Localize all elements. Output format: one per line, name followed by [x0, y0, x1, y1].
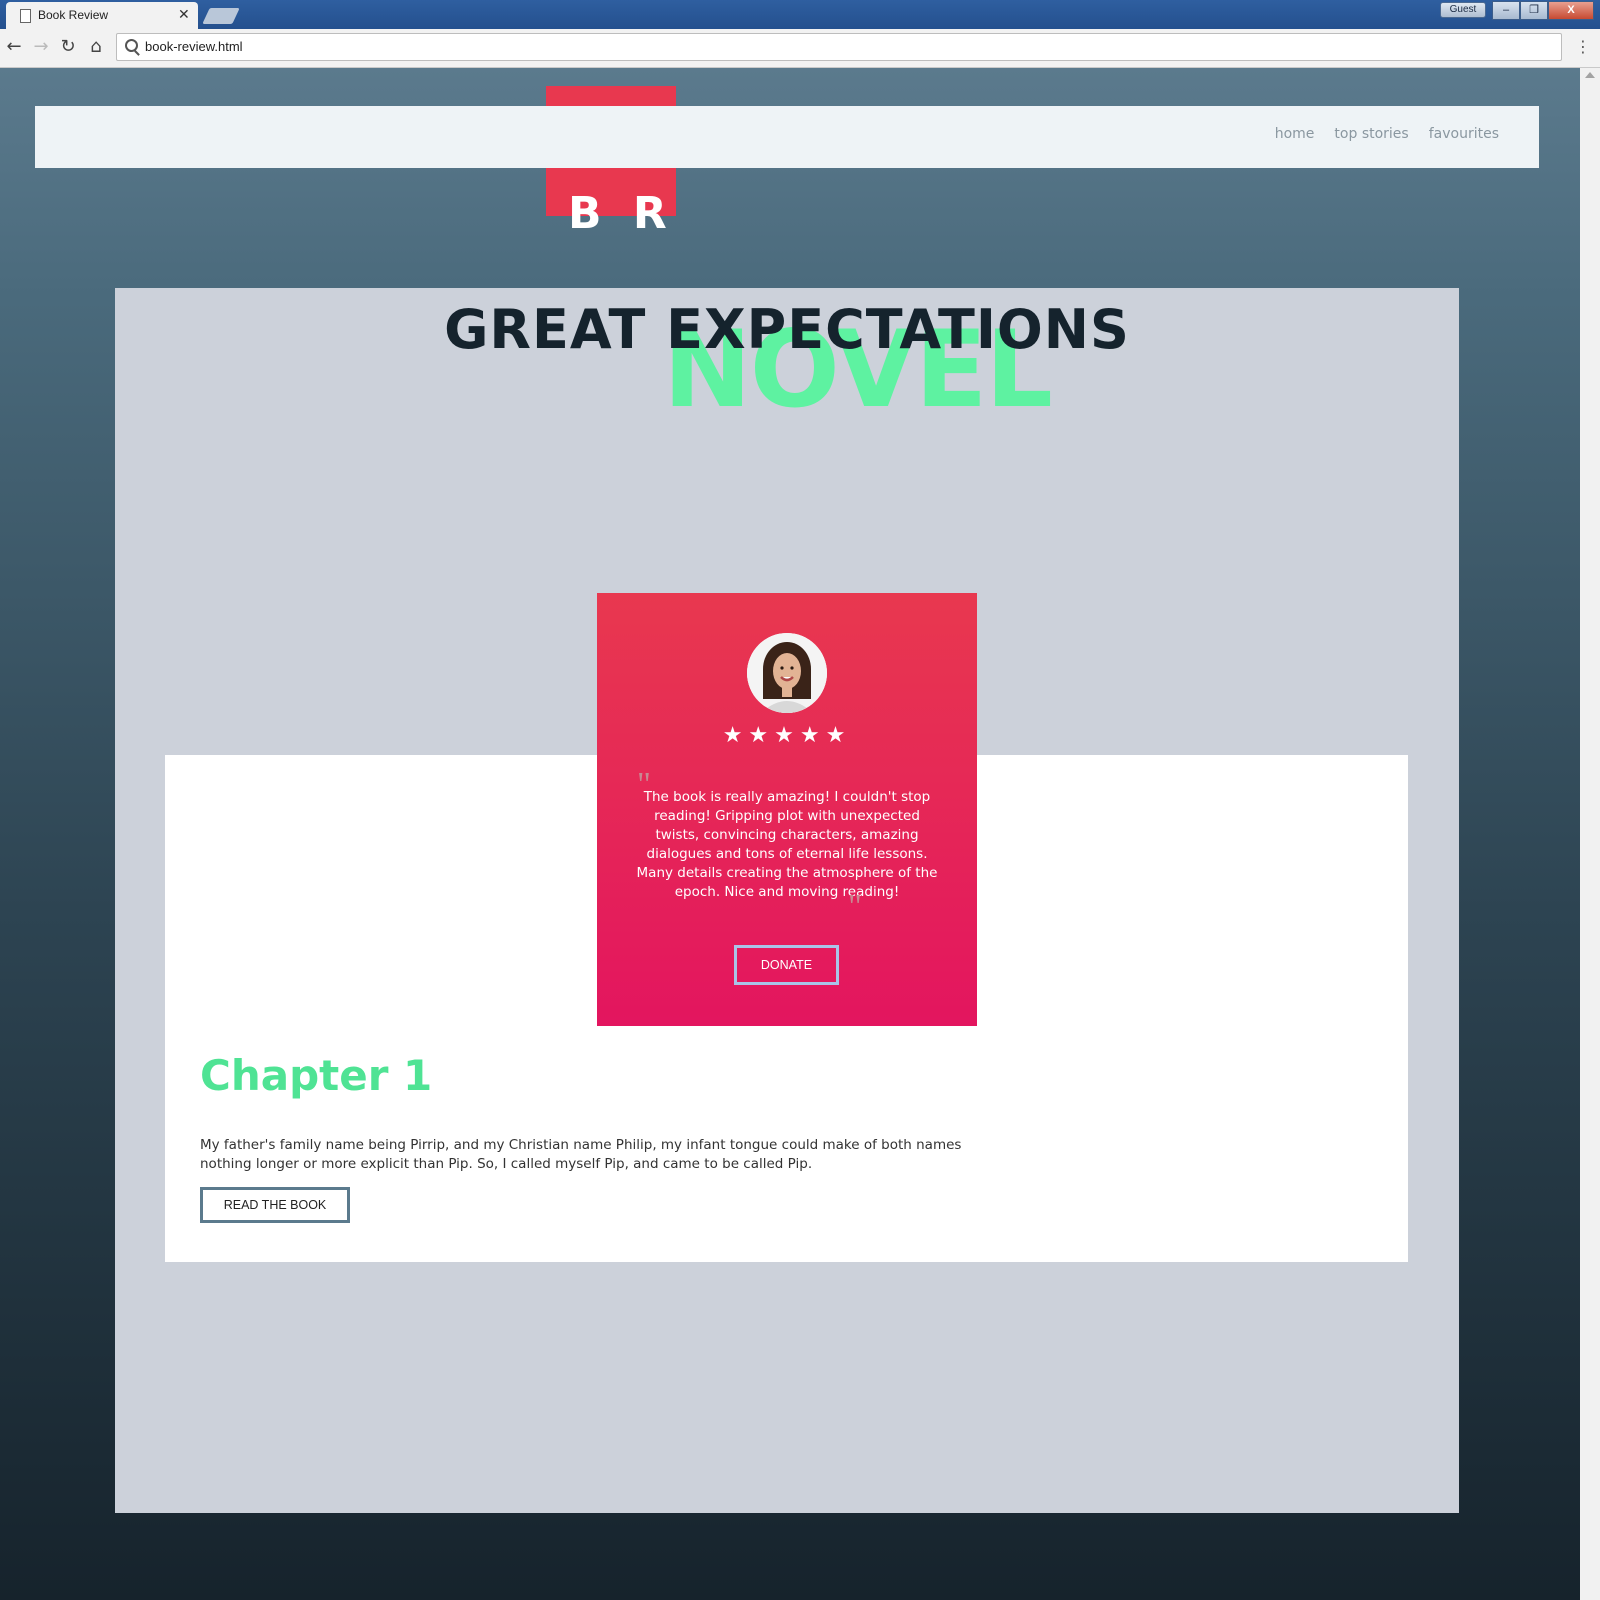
- star-rating: ★★★★★: [722, 723, 852, 748]
- site-nav: home top stories favourites: [1275, 126, 1499, 142]
- restore-button[interactable]: ❐: [1520, 1, 1548, 20]
- back-icon[interactable]: ←: [2, 35, 26, 59]
- guest-profile-button[interactable]: Guest: [1440, 2, 1486, 18]
- home-icon[interactable]: ⌂: [84, 35, 108, 59]
- donate-button[interactable]: DONATE: [734, 945, 839, 985]
- search-icon: [125, 39, 138, 52]
- site-logo[interactable]: B R: [568, 188, 675, 239]
- avatar: [747, 633, 827, 713]
- chapter-excerpt: My father's family name being Pirrip, an…: [200, 1137, 962, 1172]
- site-header: home top stories favourites: [35, 106, 1539, 168]
- close-window-button[interactable]: X: [1548, 1, 1594, 20]
- new-tab-button[interactable]: [202, 8, 240, 24]
- review-text: The book is really amazing! I couldn't s…: [636, 789, 938, 900]
- address-bar[interactable]: book-review.html: [116, 33, 1562, 61]
- review-card: ★★★★★ " The book is really amazing! I co…: [597, 593, 977, 1026]
- page-viewport: home top stories favourites B R GREAT EX…: [0, 68, 1580, 1600]
- page-title: GREAT EXPECTATIONS: [444, 298, 1130, 361]
- page-scrollbar[interactable]: [1580, 68, 1600, 1600]
- scroll-up-icon[interactable]: [1585, 72, 1595, 78]
- chapter-title: Chapter 1: [200, 1051, 433, 1100]
- forward-icon[interactable]: →: [29, 35, 53, 59]
- document-icon: [20, 9, 31, 23]
- read-the-book-button[interactable]: READ THE BOOK: [200, 1187, 350, 1223]
- nav-home[interactable]: home: [1275, 126, 1315, 142]
- browser-menu-icon[interactable]: ⋮: [1575, 35, 1591, 59]
- window-titlebar: Book Review ✕ Guest – ❐ X: [0, 0, 1600, 29]
- tab-title: Book Review: [38, 8, 109, 22]
- window-controls: – ❐ X: [1492, 1, 1594, 20]
- browser-toolbar: ← → ↻ ⌂ book-review.html ⋮: [0, 29, 1600, 68]
- main-content: GREAT EXPECTATIONS NOVEL Chapter 1 My fa…: [115, 288, 1459, 1513]
- minimize-button[interactable]: –: [1492, 1, 1520, 20]
- address-text[interactable]: book-review.html: [145, 39, 243, 54]
- tab-close-icon[interactable]: ✕: [178, 6, 190, 23]
- nav-favourites[interactable]: favourites: [1429, 126, 1499, 142]
- nav-top-stories[interactable]: top stories: [1334, 126, 1408, 142]
- reload-icon[interactable]: ↻: [56, 35, 80, 59]
- close-quote-icon: ": [848, 888, 862, 925]
- browser-tab[interactable]: Book Review ✕: [6, 2, 198, 29]
